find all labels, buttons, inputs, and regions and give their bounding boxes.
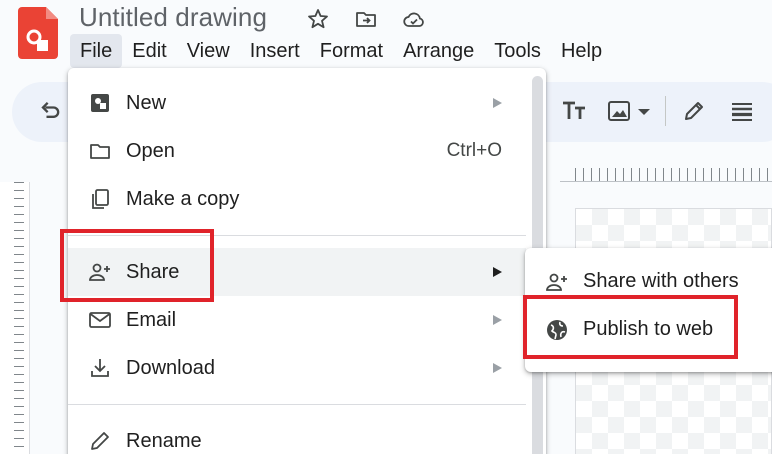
menu-format[interactable]: Format [310, 34, 393, 68]
menu-view[interactable]: View [177, 34, 240, 68]
file-menu-item-rename[interactable]: Rename [68, 417, 526, 454]
file-menu-label: New [126, 91, 167, 114]
chevron-down-icon[interactable] [634, 97, 654, 125]
file-menu-label: Download [126, 356, 215, 379]
text-style-icon[interactable] [560, 97, 588, 125]
menu-arrange[interactable]: Arrange [393, 34, 484, 68]
menu-insert[interactable]: Insert [240, 34, 310, 68]
line-weight-icon[interactable] [728, 97, 756, 125]
file-menu-item-open[interactable]: Open Ctrl+O [68, 127, 526, 175]
image-icon[interactable] [605, 97, 633, 125]
annotation-box-share [60, 229, 214, 302]
folder-icon [90, 144, 110, 159]
file-menu-item-email[interactable]: Email [68, 296, 526, 344]
pencil-icon [91, 432, 109, 450]
file-menu-label: Make a copy [126, 187, 240, 210]
shortcut-label: Ctrl+O [446, 140, 502, 161]
file-menu-label: Rename [126, 429, 202, 452]
undo-icon[interactable] [36, 97, 64, 125]
horizontal-ruler-line [560, 181, 772, 182]
star-icon[interactable] [306, 7, 330, 31]
drawings-logo-icon[interactable] [18, 7, 58, 59]
submenu-label: Share with others [583, 270, 739, 292]
file-menu-item-download[interactable]: Download [68, 344, 526, 392]
move-to-folder-icon[interactable] [354, 7, 378, 31]
document-title[interactable]: Untitled drawing [79, 2, 267, 33]
vertical-ruler-ticks [10, 182, 24, 454]
submenu-arrow-icon [493, 363, 502, 373]
menu-divider [68, 404, 526, 405]
new-drawing-icon [91, 94, 109, 112]
menu-tools[interactable]: Tools [484, 34, 551, 68]
file-menu-label: Email [126, 308, 177, 331]
pen-icon[interactable] [680, 97, 708, 125]
submenu-arrow-icon [493, 315, 502, 325]
mail-icon [89, 312, 111, 328]
download-icon [91, 359, 109, 377]
person-add-icon [546, 273, 567, 291]
menu-file[interactable]: File [70, 34, 123, 68]
submenu-arrow-icon [493, 267, 502, 277]
cloud-saved-icon[interactable] [402, 7, 426, 31]
toolbar-separator [665, 96, 666, 126]
copy-icon [92, 189, 109, 209]
menubar: File Edit View Insert Format Arrange Too… [70, 34, 612, 68]
annotation-box-publish [523, 295, 738, 359]
submenu-arrow-icon [493, 98, 502, 108]
file-menu-item-new[interactable]: New [68, 79, 526, 127]
menu-help[interactable]: Help [551, 34, 612, 68]
file-menu-label: Open [126, 139, 175, 162]
horizontal-ruler [575, 168, 772, 182]
menu-edit[interactable]: Edit [122, 34, 176, 68]
file-menu-item-make-copy[interactable]: Make a copy [68, 175, 526, 223]
